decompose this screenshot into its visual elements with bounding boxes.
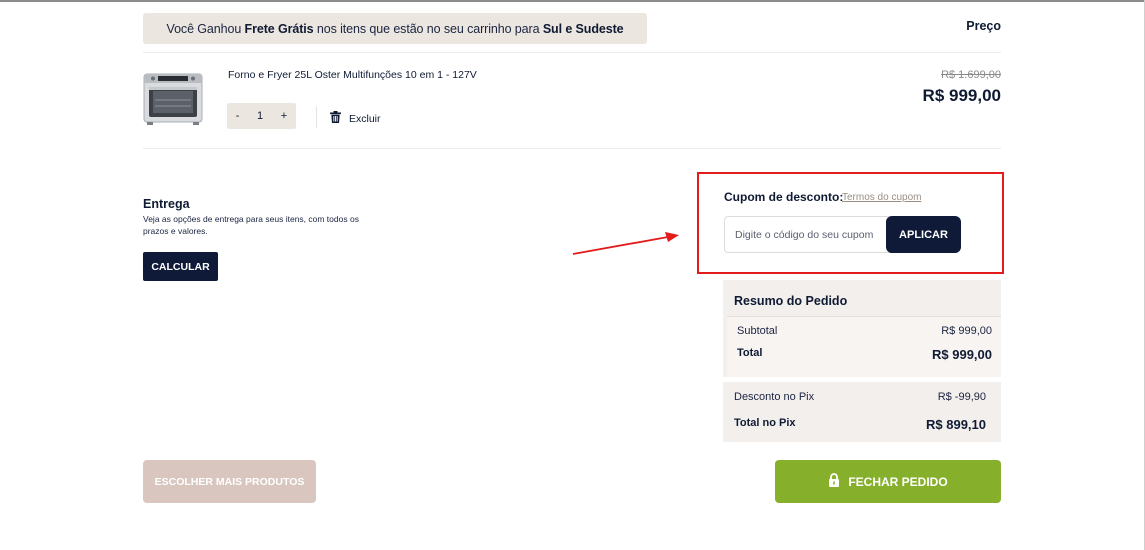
divider [143, 52, 1001, 53]
summary-totals: Subtotal R$ 999,00 Total R$ 999,00 [727, 316, 1001, 377]
banner-highlight: Frete Grátis [244, 21, 314, 36]
increase-quantity-button[interactable]: + [281, 110, 287, 122]
divider [316, 106, 317, 128]
shipping-description: Veja as opções de entrega para seus iten… [143, 214, 359, 236]
coupon-code-input[interactable] [724, 216, 894, 253]
total-label: Total [737, 347, 763, 359]
banner-middle: nos itens que estão no seu carrinho para [313, 21, 543, 36]
quantity-value[interactable]: 1 [257, 110, 263, 122]
calculate-shipping-button[interactable]: CALCULAR [143, 252, 218, 281]
annotation-arrow-icon [572, 232, 679, 255]
quantity-stepper: - 1 + [227, 103, 296, 129]
product-name[interactable]: Forno e Fryer 25L Oster Multifunções 10 … [228, 69, 477, 81]
delete-item-button[interactable]: Excluir [330, 111, 381, 126]
banner-region: Sul e Sudeste [542, 21, 624, 36]
item-price: R$ 999,00 [922, 86, 1001, 105]
coupon-label: Cupom de desconto: [724, 190, 844, 204]
pix-total-label: Total no Pix [734, 417, 796, 429]
divider [143, 148, 1001, 149]
pix-total-row: Total no Pix R$ 899,10 [734, 417, 986, 432]
total-value: R$ 999,00 [932, 347, 992, 362]
shipping-title: Entrega [143, 197, 190, 211]
top-border [0, 0, 1145, 2]
subtotal-row: Subtotal R$ 999,00 [737, 325, 992, 337]
product-image[interactable] [143, 70, 203, 126]
apply-coupon-button[interactable]: APLICAR [886, 216, 961, 253]
checkout-label: FECHAR PEDIDO [848, 474, 948, 489]
total-row: Total R$ 999,00 [737, 347, 992, 362]
decrease-quantity-button[interactable]: - [236, 110, 240, 122]
banner-prefix: Você Ganhou [166, 21, 245, 36]
delete-label: Excluir [349, 112, 381, 125]
old-price: R$ 1.699,00 [941, 69, 1001, 81]
price-column-header: Preço [966, 19, 1001, 33]
subtotal-value: R$ 999,00 [941, 325, 992, 337]
checkout-button[interactable]: FECHAR PEDIDO [775, 460, 1001, 503]
order-summary: Resumo do Pedido Subtotal R$ 999,00 Tota… [723, 280, 1001, 377]
pix-total-value: R$ 899,10 [926, 417, 986, 432]
lock-icon [828, 473, 840, 490]
free-shipping-banner: Você Ganhou Frete Grátis nos itens que e… [143, 13, 647, 44]
pix-discount-label: Desconto no Pix [734, 391, 815, 403]
pix-summary: Desconto no Pix R$ -99,90 Total no Pix R… [723, 382, 1001, 442]
trash-icon [330, 111, 341, 126]
coupon-terms-link[interactable]: Termos do cupom [842, 192, 921, 203]
pix-discount-value: R$ -99,90 [937, 391, 986, 403]
pix-discount-row: Desconto no Pix R$ -99,90 [734, 391, 986, 403]
continue-shopping-button[interactable]: ESCOLHER MAIS PRODUTOS [143, 460, 316, 503]
summary-title: Resumo do Pedido [734, 294, 848, 308]
subtotal-label: Subtotal [737, 325, 778, 337]
